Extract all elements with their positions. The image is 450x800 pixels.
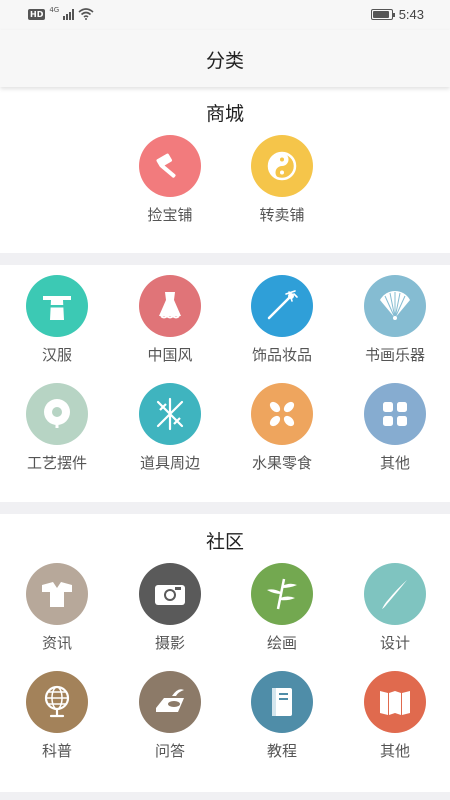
clock: 5:43 xyxy=(398,7,424,22)
category-item-grid[interactable]: 其他 xyxy=(340,383,450,483)
screen-icon xyxy=(364,671,426,733)
category-label: 饰品妆品 xyxy=(251,346,312,364)
wifi-icon xyxy=(78,8,94,20)
jade-disc-icon xyxy=(26,383,88,445)
category-label: 教程 xyxy=(266,742,297,760)
category-label: 问答 xyxy=(154,742,185,760)
category-item-crossed-swords[interactable]: 道具周边 xyxy=(115,383,225,483)
status-bar: HD 4G 5:43 xyxy=(0,0,450,30)
category-item-bamboo[interactable]: 绘画 xyxy=(227,563,337,663)
category-item-inkstone[interactable]: 问答 xyxy=(115,671,225,771)
signal-icon xyxy=(63,8,75,20)
category-label: 设计 xyxy=(379,634,410,652)
hairpin-icon xyxy=(251,275,313,337)
mall-section-title: 商城 xyxy=(205,103,244,125)
battery-level xyxy=(372,11,389,18)
yin-yang-icon xyxy=(251,135,313,197)
category-label: 道具周边 xyxy=(139,454,200,472)
category-item-camera[interactable]: 摄影 xyxy=(115,563,225,663)
category-label: 绘画 xyxy=(266,634,297,652)
category-item-book[interactable]: 教程 xyxy=(227,671,337,771)
category-item-jade-disc[interactable]: 工艺摆件 xyxy=(2,383,112,483)
battery-icon xyxy=(370,9,395,20)
globe-icon xyxy=(26,671,88,733)
book-icon xyxy=(251,671,313,733)
network-type: 4G xyxy=(49,6,60,14)
category-label: 科普 xyxy=(41,742,72,760)
robe-news-icon xyxy=(26,563,88,625)
category-item-dress[interactable]: 中国风 xyxy=(115,275,225,375)
category-item-fruit-petals[interactable]: 水果零食 xyxy=(227,383,337,483)
category-label: 工艺摆件 xyxy=(26,454,87,472)
status-indicators: HD 4G xyxy=(28,6,94,20)
nav-bar: 分类 xyxy=(0,30,450,87)
category-label: 其他 xyxy=(379,454,410,472)
community-section-title: 社区 xyxy=(205,531,244,553)
category-item-yin-yang[interactable]: 转卖铺 xyxy=(227,135,337,235)
community-section: 社区 资讯 摄影 绘画 设计科普 问答 教程 其他 xyxy=(0,514,450,792)
mall-section: 商城 捡宝铺 转卖铺 xyxy=(0,87,450,253)
category-label: 资讯 xyxy=(41,634,72,652)
category-label: 中国风 xyxy=(147,346,193,364)
category-label: 水果零食 xyxy=(251,454,312,472)
hd-badge: HD xyxy=(28,8,46,20)
fruit-petals-icon xyxy=(251,383,313,445)
category-item-hanfu-robe[interactable]: 汉服 xyxy=(2,275,112,375)
category-item-brush[interactable]: 设计 xyxy=(340,563,450,663)
dress-icon xyxy=(139,275,201,337)
grid-icon xyxy=(364,383,426,445)
status-right: 5:43 xyxy=(370,7,424,22)
product-categories-section: 汉服 中国风 饰品妆品 书画乐器工艺摆件 道具周边 水果零食 其他 xyxy=(0,265,450,502)
camera-icon xyxy=(139,563,201,625)
bamboo-icon xyxy=(251,563,313,625)
hammer-icon xyxy=(139,135,201,197)
category-label: 转卖铺 xyxy=(259,206,305,224)
hanfu-robe-icon xyxy=(26,275,88,337)
category-label: 书画乐器 xyxy=(364,346,425,364)
category-item-globe[interactable]: 科普 xyxy=(2,671,112,771)
category-item-folding-fan[interactable]: 书画乐器 xyxy=(340,275,450,375)
category-item-screen[interactable]: 其他 xyxy=(340,671,450,771)
category-label: 捡宝铺 xyxy=(147,206,193,224)
category-label: 汉服 xyxy=(41,346,72,364)
folding-fan-icon xyxy=(364,275,426,337)
crossed-swords-icon xyxy=(139,383,201,445)
category-label: 其他 xyxy=(379,742,410,760)
inkstone-icon xyxy=(139,671,201,733)
brush-icon xyxy=(364,563,426,625)
category-item-robe-news[interactable]: 资讯 xyxy=(2,563,112,663)
category-item-hammer[interactable]: 捡宝铺 xyxy=(115,135,225,235)
category-item-hairpin[interactable]: 饰品妆品 xyxy=(227,275,337,375)
category-label: 摄影 xyxy=(154,634,185,652)
page-title: 分类 xyxy=(205,50,244,72)
